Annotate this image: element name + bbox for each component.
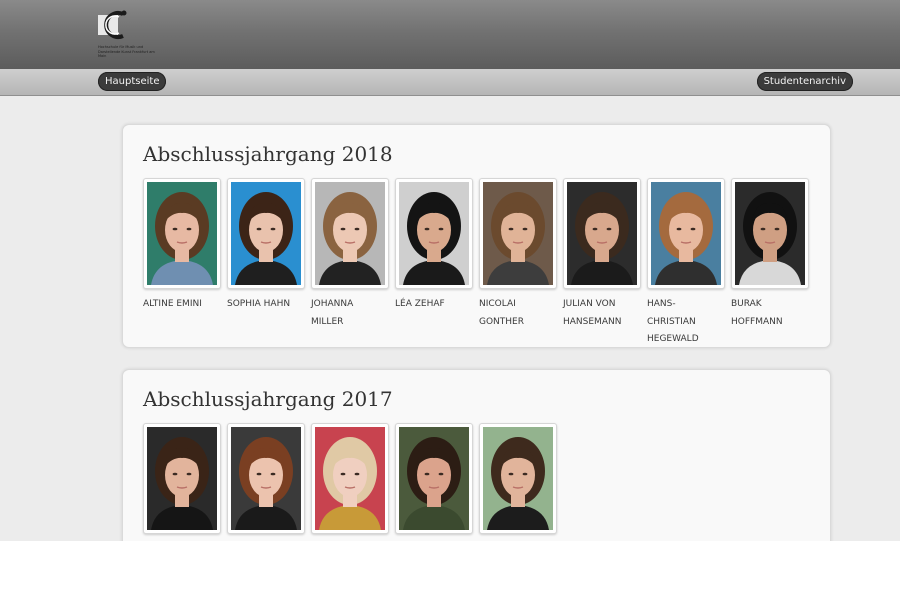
section-title: Abschlussjahrgang 2017 (143, 387, 393, 411)
portrait-frame (735, 182, 805, 285)
page-background: Hochschule für Musik und Darstellende Ku… (0, 0, 900, 541)
student-photo[interactable] (311, 423, 389, 534)
student-name[interactable]: Julian von Hansemann (563, 296, 639, 331)
portrait-frame (315, 427, 385, 530)
portrait-photo (147, 182, 217, 285)
student-name-line: Léa Zehaf (395, 299, 445, 309)
portrait-photo (483, 427, 553, 530)
portrait-photo (651, 182, 721, 285)
student-name-line: Gonther (479, 316, 524, 327)
portrait-frame (651, 182, 721, 285)
portrait-photo (399, 182, 469, 285)
student-name[interactable]: Hans- Christian Hegewald (647, 296, 723, 349)
student-name[interactable]: Sophia Hahn (227, 296, 303, 314)
portrait-frame (315, 182, 385, 285)
student-name-line: Miller (311, 316, 344, 327)
section-card-2018: Abschlussjahrgang 2018 Altine Emini Sophi… (122, 124, 831, 348)
student-name-line: Sophia Hahn (227, 299, 291, 309)
student-photo[interactable] (647, 178, 725, 289)
portrait-frame (399, 182, 469, 285)
portrait-frame (399, 427, 469, 530)
student-photo[interactable] (563, 178, 641, 289)
student-name-line: Nicolai (479, 299, 516, 309)
portrait-photo (231, 182, 301, 285)
navigation-bar: Hauptseite Studentenarchiv (0, 69, 900, 96)
student-name-line: Altine Emini (143, 299, 202, 309)
portrait-photo (231, 427, 301, 530)
portrait-frame (567, 182, 637, 285)
portrait-photo (567, 182, 637, 285)
student-name-line: Hansemann (563, 316, 622, 327)
portrait-photo (315, 182, 385, 285)
portrait-photo (735, 182, 805, 285)
student-archive-button[interactable]: Studentenarchiv (756, 72, 853, 91)
student-name[interactable]: Burak Hoffmann (731, 296, 807, 331)
student-name-line: Julian von (563, 299, 616, 309)
portrait-frame (147, 182, 217, 285)
student-name-line: Hoffmann (731, 316, 783, 327)
student-name[interactable]: Altine Emini (143, 296, 219, 314)
student-name-line: Burak (731, 299, 762, 309)
portrait-frame (147, 427, 217, 530)
student-name[interactable]: Nicolai Gonther (479, 296, 555, 331)
student-photo[interactable] (395, 423, 473, 534)
portrait-frame (483, 427, 553, 530)
section-title: Abschlussjahrgang 2018 (143, 142, 393, 166)
student-name-line: Hans- (647, 299, 676, 309)
section-card-2017: Abschlussjahrgang 2017 (122, 369, 831, 541)
student-name[interactable]: Léa Zehaf (395, 296, 471, 314)
student-name-line: Christian (647, 316, 696, 327)
portrait-photo (315, 427, 385, 530)
student-photo[interactable] (731, 178, 809, 289)
student-photo[interactable] (479, 423, 557, 534)
student-photo[interactable] (311, 178, 389, 289)
portrait-photo (147, 427, 217, 530)
student-photo[interactable] (395, 178, 473, 289)
student-name[interactable]: Johanna Miller (311, 296, 387, 331)
portrait-photo (399, 427, 469, 530)
student-photo[interactable] (143, 423, 221, 534)
site-header: Hochschule für Musik und Darstellende Ku… (0, 0, 900, 69)
portrait-frame (231, 427, 301, 530)
student-photo[interactable] (143, 178, 221, 289)
student-name-line: Johanna (311, 299, 354, 309)
school-logo[interactable]: Hochschule für Musik und Darstellende Ku… (97, 8, 157, 64)
portrait-frame (231, 182, 301, 285)
student-photo[interactable] (479, 178, 557, 289)
portrait-photo (483, 182, 553, 285)
student-photo[interactable] (227, 423, 305, 534)
logo-emblem-icon (98, 10, 127, 39)
home-button[interactable]: Hauptseite (98, 72, 167, 91)
student-name-line: Hegewald (647, 334, 699, 344)
portrait-frame (483, 182, 553, 285)
student-photo[interactable] (227, 178, 305, 289)
logo-text: Hochschule für Musik und Darstellende Ku… (98, 45, 155, 58)
